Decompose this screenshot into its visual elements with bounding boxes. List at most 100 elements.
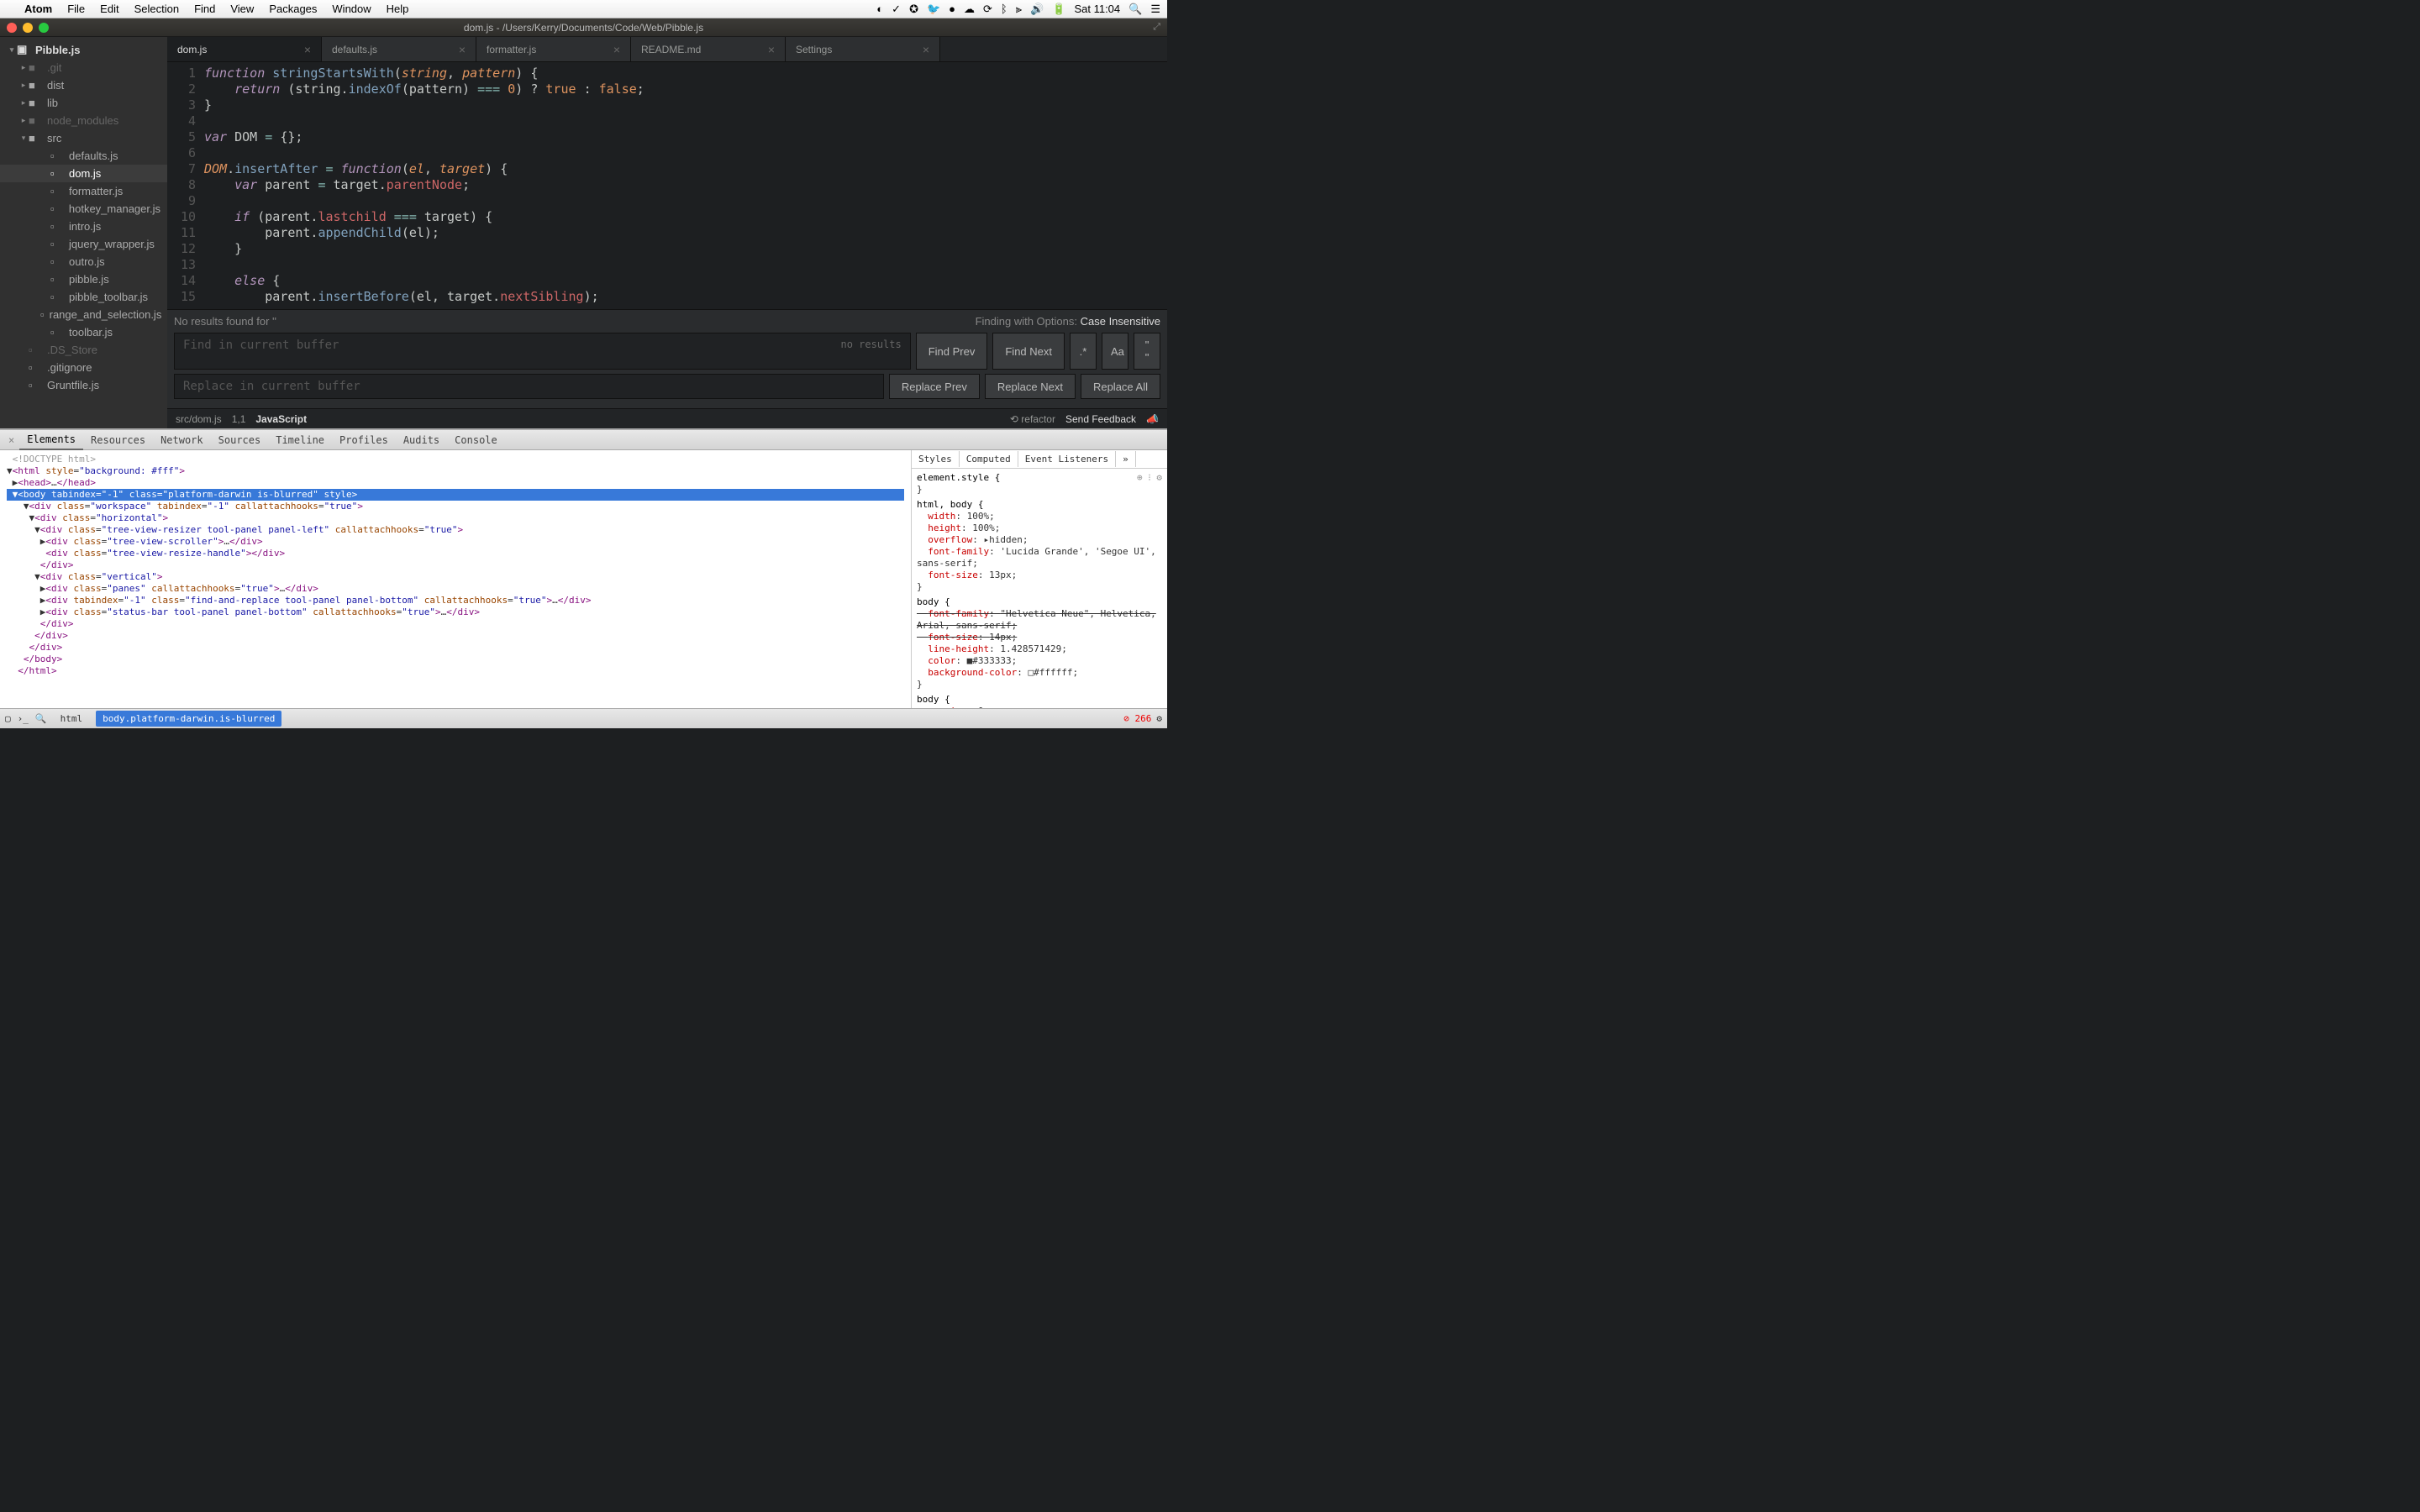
devtools-tab-resources[interactable]: Resources	[83, 431, 153, 449]
chevron-icon[interactable]: ▸	[18, 98, 29, 108]
fullscreen-icon[interactable]: ⤢	[1153, 22, 1160, 33]
devtools-tab-console[interactable]: Console	[447, 431, 505, 449]
tree-item-dom.js[interactable]: ▫dom.js	[0, 165, 167, 182]
line-number[interactable]: 5	[167, 129, 196, 145]
sync-icon[interactable]: ⟳	[983, 3, 992, 16]
find-input[interactable]: Find in current buffer no results	[174, 333, 911, 370]
replace-next-button[interactable]: Replace Next	[985, 374, 1076, 399]
tree-view[interactable]: ▾ ▣ Pibble.js ▸■.git▸■dist▸■lib▸■node_mo…	[0, 37, 167, 428]
devtools-close-button[interactable]: ×	[3, 434, 19, 446]
status-icon[interactable]: ✓	[892, 3, 901, 16]
breadcrumb-html[interactable]: html	[54, 711, 90, 727]
menu-app[interactable]: Atom	[17, 3, 60, 15]
line-number[interactable]: 3	[167, 97, 196, 113]
line-number[interactable]: 13	[167, 257, 196, 273]
code-content[interactable]: function stringStartsWith(string, patter…	[204, 62, 1167, 309]
tree-item-node_modules[interactable]: ▸■node_modules	[0, 112, 167, 129]
dock-icon[interactable]: ▢	[5, 713, 11, 724]
tree-item-hotkey_manager.js[interactable]: ▫hotkey_manager.js	[0, 200, 167, 218]
devtools-tab-timeline[interactable]: Timeline	[268, 431, 332, 449]
line-number[interactable]: 14	[167, 273, 196, 289]
tree-item-Gruntfile.js[interactable]: ▫Gruntfile.js	[0, 376, 167, 394]
status-icon[interactable]: ✪	[909, 3, 918, 16]
tab-Settings[interactable]: Settings×	[786, 37, 940, 61]
refactor-link[interactable]: ⟲ refactor	[1010, 413, 1055, 425]
close-tab-icon[interactable]: ×	[613, 43, 620, 56]
menu-window[interactable]: Window	[324, 3, 378, 15]
tree-item-formatter.js[interactable]: ▫formatter.js	[0, 182, 167, 200]
line-number[interactable]: 15	[167, 289, 196, 305]
error-count[interactable]: ⊘ 266	[1123, 713, 1151, 724]
zoom-window-button[interactable]	[39, 23, 49, 33]
tree-item-src[interactable]: ▾■src	[0, 129, 167, 147]
line-number[interactable]: 2	[167, 81, 196, 97]
case-toggle[interactable]: Aa	[1102, 333, 1128, 370]
status-file-path[interactable]: src/dom.js	[176, 413, 222, 425]
close-tab-icon[interactable]: ×	[304, 43, 311, 56]
close-tab-icon[interactable]: ×	[459, 43, 466, 56]
close-window-button[interactable]	[7, 23, 17, 33]
close-tab-icon[interactable]: ×	[923, 43, 929, 56]
tree-item-pibble.js[interactable]: ▫pibble.js	[0, 270, 167, 288]
styles-tab-computed[interactable]: Computed	[960, 451, 1018, 467]
tab-dom.js[interactable]: dom.js×	[167, 37, 322, 61]
menu-find[interactable]: Find	[187, 3, 223, 15]
styles-tab-styles[interactable]: Styles	[912, 451, 960, 467]
status-cursor-position[interactable]: 1,1	[232, 413, 246, 425]
tree-item-lib[interactable]: ▸■lib	[0, 94, 167, 112]
minimize-window-button[interactable]	[23, 23, 33, 33]
tab-defaults.js[interactable]: defaults.js×	[322, 37, 476, 61]
line-number[interactable]: 7	[167, 161, 196, 177]
console-icon[interactable]: ›_	[18, 713, 29, 724]
styles-tab-listeners[interactable]: Event Listeners	[1018, 451, 1116, 467]
dom-node[interactable]: <!DOCTYPE html>	[13, 454, 96, 465]
regex-toggle[interactable]: .*	[1070, 333, 1097, 370]
find-prev-button[interactable]: Find Prev	[916, 333, 988, 370]
tab-formatter.js[interactable]: formatter.js×	[476, 37, 631, 61]
tree-item-outro.js[interactable]: ▫outro.js	[0, 253, 167, 270]
battery-icon[interactable]: 🔋	[1052, 3, 1065, 16]
megaphone-icon[interactable]: 📣	[1146, 413, 1159, 425]
dom-node-selected[interactable]: ▼<body tabindex="-1" class="platform-dar…	[7, 489, 904, 501]
wifi-icon[interactable]: ⫸	[1016, 3, 1022, 16]
line-number[interactable]: 12	[167, 241, 196, 257]
volume-icon[interactable]: 🔊	[1030, 3, 1044, 16]
chevron-icon[interactable]: ▸	[18, 63, 29, 72]
spotlight-icon[interactable]: 🔍	[1128, 3, 1142, 16]
clock[interactable]: Sat 11:04	[1074, 3, 1120, 15]
menu-selection[interactable]: Selection	[127, 3, 187, 15]
word-toggle[interactable]: " "	[1134, 333, 1160, 370]
bluetooth-icon[interactable]: ᛒ	[1001, 3, 1007, 15]
replace-prev-button[interactable]: Replace Prev	[889, 374, 980, 399]
tab-README.md[interactable]: README.md×	[631, 37, 786, 61]
tree-item-.git[interactable]: ▸■.git	[0, 59, 167, 76]
line-number[interactable]: 11	[167, 225, 196, 241]
line-number[interactable]: 4	[167, 113, 196, 129]
tree-item-pibble_toolbar.js[interactable]: ▫pibble_toolbar.js	[0, 288, 167, 306]
line-number[interactable]: 9	[167, 193, 196, 209]
settings-icon[interactable]: ⚙	[1156, 713, 1162, 724]
status-icon[interactable]: ●	[949, 3, 955, 15]
line-number[interactable]: 1	[167, 66, 196, 81]
tree-item-intro.js[interactable]: ▫intro.js	[0, 218, 167, 235]
close-tab-icon[interactable]: ×	[768, 43, 775, 56]
replace-input[interactable]: Replace in current buffer	[174, 374, 884, 399]
search-icon[interactable]: 🔍	[35, 713, 47, 724]
chevron-icon[interactable]: ▸	[18, 116, 29, 125]
line-number[interactable]: 8	[167, 177, 196, 193]
text-editor[interactable]: 123456789101112131415 function stringSta…	[167, 62, 1167, 309]
notifications-icon[interactable]: ☰	[1150, 3, 1160, 16]
breadcrumb-body[interactable]: body.platform-darwin.is-blurred	[96, 711, 281, 727]
line-number[interactable]: 10	[167, 209, 196, 225]
menu-packages[interactable]: Packages	[261, 3, 324, 15]
replace-all-button[interactable]: Replace All	[1081, 374, 1160, 399]
tree-root[interactable]: ▾ ▣ Pibble.js	[0, 40, 167, 59]
menu-help[interactable]: Help	[379, 3, 417, 15]
tree-item-.DS_Store[interactable]: ▫.DS_Store	[0, 341, 167, 359]
menu-file[interactable]: File	[60, 3, 92, 15]
status-icon[interactable]: ◐	[876, 3, 883, 15]
tree-item-defaults.js[interactable]: ▫defaults.js	[0, 147, 167, 165]
tree-item-.gitignore[interactable]: ▫.gitignore	[0, 359, 167, 376]
tree-item-jquery_wrapper.js[interactable]: ▫jquery_wrapper.js	[0, 235, 167, 253]
status-grammar[interactable]: JavaScript	[255, 413, 307, 425]
